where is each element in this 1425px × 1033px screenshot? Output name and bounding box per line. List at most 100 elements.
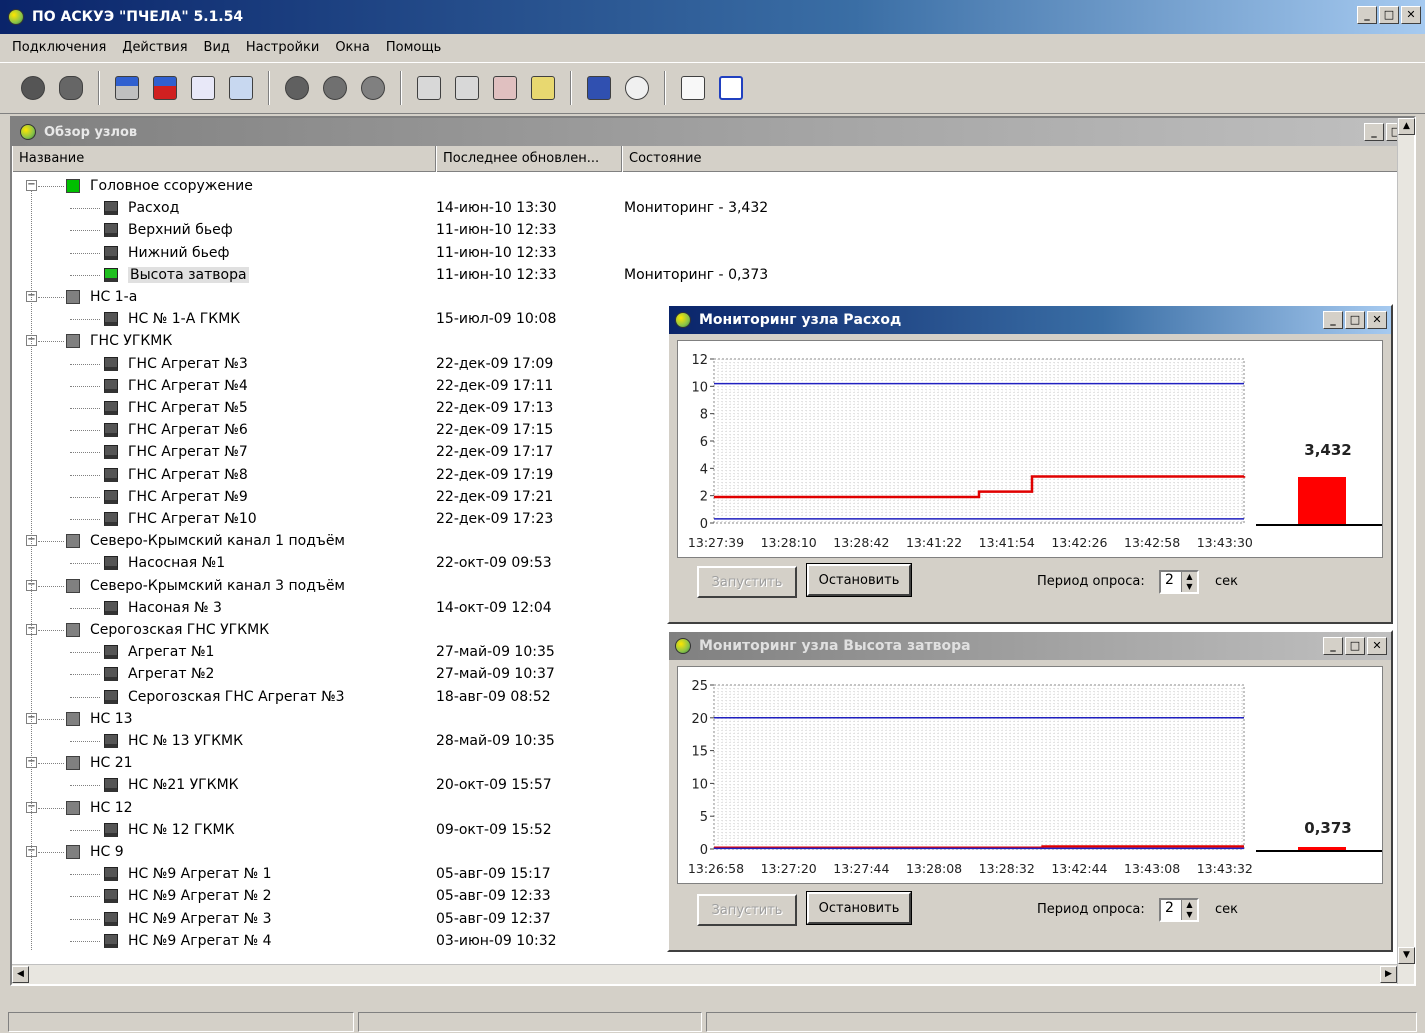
tree-group-label: Северо-Крымский канал 1 подъём	[90, 533, 345, 550]
export-icon	[417, 76, 441, 100]
monitor2-stop-button[interactable]: Остановить	[806, 891, 912, 925]
tree-node-label: НС №9 Агрегат № 1	[128, 866, 272, 883]
x-tick-label: 13:27:44	[833, 861, 889, 876]
monitor1-stop-button[interactable]: Остановить	[806, 563, 912, 597]
menu-help[interactable]: Помощь	[386, 40, 441, 55]
column-last-update[interactable]: Последнее обновлен...	[436, 145, 622, 172]
vertical-scrollbar[interactable]: ▲ ▼	[1397, 118, 1415, 984]
report-button[interactable]	[224, 71, 258, 105]
monitor2-maximize-button[interactable]: □	[1345, 637, 1365, 655]
x-tick-label: 13:28:42	[833, 535, 889, 550]
horizontal-scrollbar[interactable]: ◀ ▶	[12, 964, 1397, 984]
clock-button[interactable]	[620, 71, 654, 105]
tree-node-label: НС №21 УГКМК	[128, 777, 239, 794]
x-tick-label: 13:42:26	[1051, 535, 1107, 550]
tree-connector	[70, 519, 100, 520]
maximize-button[interactable]: □	[1379, 6, 1399, 24]
monitor1-maximize-button[interactable]: □	[1345, 311, 1365, 329]
menu-actions[interactable]: Действия	[122, 40, 187, 55]
edit-button[interactable]	[186, 71, 220, 105]
tree-connector	[70, 274, 100, 276]
close-button[interactable]: ✕	[1401, 6, 1421, 24]
y-tick-label: 25	[691, 679, 708, 694]
tree-node-label: Агрегат №2	[128, 666, 215, 683]
monitor-bee-icon	[675, 312, 691, 328]
monitor1-minimize-button[interactable]: _	[1323, 311, 1343, 329]
tree-node-row[interactable]: Верхний бьеф 11-июн-10 12:33	[12, 220, 1397, 242]
monitor2-period-spinner[interactable]: 2 ▲ ▼	[1159, 898, 1199, 922]
tree-group-row[interactable]: − Головное ссоружение	[12, 176, 1397, 198]
disconnect-button[interactable]	[54, 71, 88, 105]
edit-icon	[191, 76, 215, 100]
column-name[interactable]: Название	[12, 145, 436, 172]
spinner-updown-icon[interactable]: ▲ ▼	[1181, 900, 1197, 920]
panel-minimize-button[interactable]: _	[1364, 123, 1384, 141]
tree-connector	[38, 763, 64, 765]
meter-device-icon	[104, 822, 118, 837]
tree-connector	[38, 718, 64, 720]
meter-device-icon	[104, 778, 118, 793]
monitor2-start-button[interactable]: Запустить	[697, 894, 797, 926]
menu-connections[interactable]: Подключения	[12, 40, 106, 55]
menu-windows[interactable]: Окна	[335, 40, 370, 55]
gate-height-line-chart: 0 5 10 15 20 25 13:26:58 13:27:20 13:27:44 13:28:…	[688, 679, 1253, 876]
monitor2-close-button[interactable]: ✕	[1367, 637, 1387, 655]
document-button[interactable]	[676, 71, 710, 105]
app-bee-icon	[8, 9, 24, 25]
state-cell: Мониторинг - 3,432	[624, 200, 769, 217]
node-overview-titlebar: Обзор узлов _ □	[12, 118, 1414, 146]
stop-poll-button[interactable]	[148, 71, 182, 105]
scroll-down-arrow-icon[interactable]: ▼	[1398, 947, 1415, 964]
tree-connector	[70, 785, 100, 787]
monitor1-period-spinner[interactable]: 2 ▲ ▼	[1159, 570, 1199, 594]
tree-node-row[interactable]: Нижний бьеф 11-июн-10 12:33	[12, 243, 1397, 265]
meter-device-icon	[104, 445, 118, 460]
spinner-updown-icon[interactable]: ▲ ▼	[1181, 572, 1197, 592]
minimize-button[interactable]: _	[1357, 6, 1377, 24]
tree-connector	[70, 874, 100, 876]
menu-settings[interactable]: Настройки	[246, 40, 319, 55]
last-update-cell: 14-окт-09 12:04	[436, 599, 552, 616]
meter-device-icon	[104, 401, 118, 415]
y-tick-label: 0	[700, 843, 708, 858]
monitor1-start-button[interactable]: Запустить	[697, 566, 797, 598]
connect-button[interactable]	[16, 71, 50, 105]
group-status-icon	[66, 756, 80, 771]
node-settings-button[interactable]	[356, 71, 390, 105]
meter-device-icon	[104, 667, 118, 682]
config-icon	[531, 76, 555, 100]
node-remove-icon	[323, 76, 347, 100]
tree-node-label: НС № 12 ГКМК	[128, 821, 235, 838]
delete-button[interactable]	[488, 71, 522, 105]
tree-node-label: Верхний бьеф	[128, 222, 233, 239]
config-button[interactable]	[526, 71, 560, 105]
tree-node-label: ГНС Агрегат №4	[128, 377, 248, 394]
tree-node-row[interactable]: Расход 14-июн-10 13:30 Мониторинг - 3,432	[12, 198, 1397, 220]
x-tick-label: 13:27:20	[761, 861, 817, 876]
import-button[interactable]	[450, 71, 484, 105]
table-button[interactable]	[582, 71, 616, 105]
tree-node-row[interactable]: Высота затвора 11-июн-10 12:33 Мониторинг …	[12, 265, 1397, 287]
scroll-left-arrow-icon[interactable]: ◀	[12, 966, 29, 983]
tree-group-label: НС 13	[90, 710, 133, 727]
scroll-right-arrow-icon[interactable]: ▶	[1380, 966, 1397, 983]
monitor1-close-button[interactable]: ✕	[1367, 311, 1387, 329]
monitor2-minimize-button[interactable]: _	[1323, 637, 1343, 655]
node-add-button[interactable]	[280, 71, 314, 105]
start-poll-button[interactable]	[110, 71, 144, 105]
column-state[interactable]: Состояние	[622, 145, 1397, 172]
export-button[interactable]	[412, 71, 446, 105]
menu-view[interactable]: Вид	[204, 40, 230, 55]
node-remove-button[interactable]	[318, 71, 352, 105]
refresh-icon	[719, 76, 743, 100]
tree-group-label: Серогозская ГНС УГКМК	[90, 622, 270, 638]
status-cell-2	[357, 1012, 702, 1032]
series-line	[714, 845, 1244, 849]
start-poll-icon	[115, 76, 139, 100]
x-tick-label: 13:27:39	[688, 535, 744, 550]
tree-connector	[38, 852, 64, 853]
refresh-button[interactable]	[714, 71, 748, 105]
scroll-up-arrow-icon[interactable]: ▲	[1398, 118, 1415, 135]
connect-icon	[21, 76, 45, 100]
tree-connector	[38, 297, 64, 298]
